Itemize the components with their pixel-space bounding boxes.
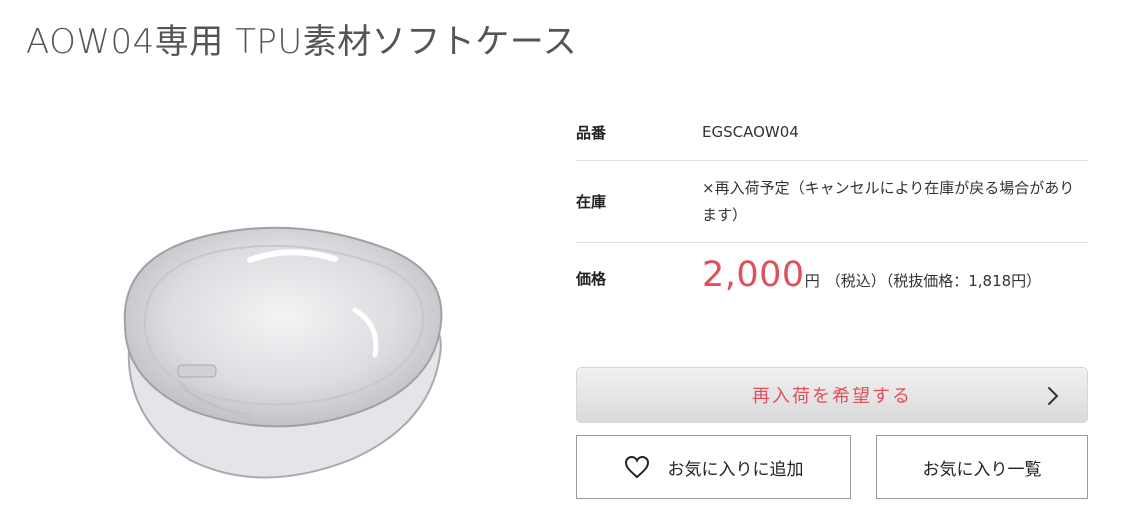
restock-request-button[interactable]: 再入荷を希望する [576,367,1088,423]
spec-table: 品番 EGSCAOW04 在庫 ×再入荷予定（キャンセルにより在庫が戻る場合があ… [576,105,1088,313]
stock-label: 在庫 [576,193,607,211]
add-to-favorites-button[interactable]: お気に入りに追加 [576,435,851,499]
favorites-list-button[interactable]: お気に入り一覧 [876,435,1088,499]
spec-row-stock: 在庫 ×再入荷予定（キャンセルにより在庫が戻る場合があります） [576,161,1088,243]
page-title: AOW04専用 TPU素材ソフトケース [26,22,578,62]
stock-value: ×再入荷予定（キャンセルにより在庫が戻る場合があります） [702,178,1075,224]
price-label: 価格 [576,269,607,288]
price-block: 2,000円 （税込）（税抜価格：1,818円） [702,257,1042,295]
favorites-list-label: お気に入り一覧 [922,459,1042,480]
chevron-right-icon [1048,387,1059,405]
price-value: 2,000 [702,254,805,295]
add-to-favorites-label: お気に入りに追加 [667,459,804,480]
product-image [123,226,443,479]
price-unit: 円 [804,271,820,290]
spec-row-price: 価格 2,000円 （税込）（税抜価格：1,818円） [576,243,1088,313]
heart-icon [624,455,649,479]
code-value: EGSCAOW04 [702,123,799,141]
restock-request-label: 再入荷を希望する [752,386,912,407]
spec-row-code: 品番 EGSCAOW04 [576,105,1088,161]
code-label: 品番 [576,124,607,142]
price-note: （税込）（税抜価格：1,818円） [825,271,1042,290]
